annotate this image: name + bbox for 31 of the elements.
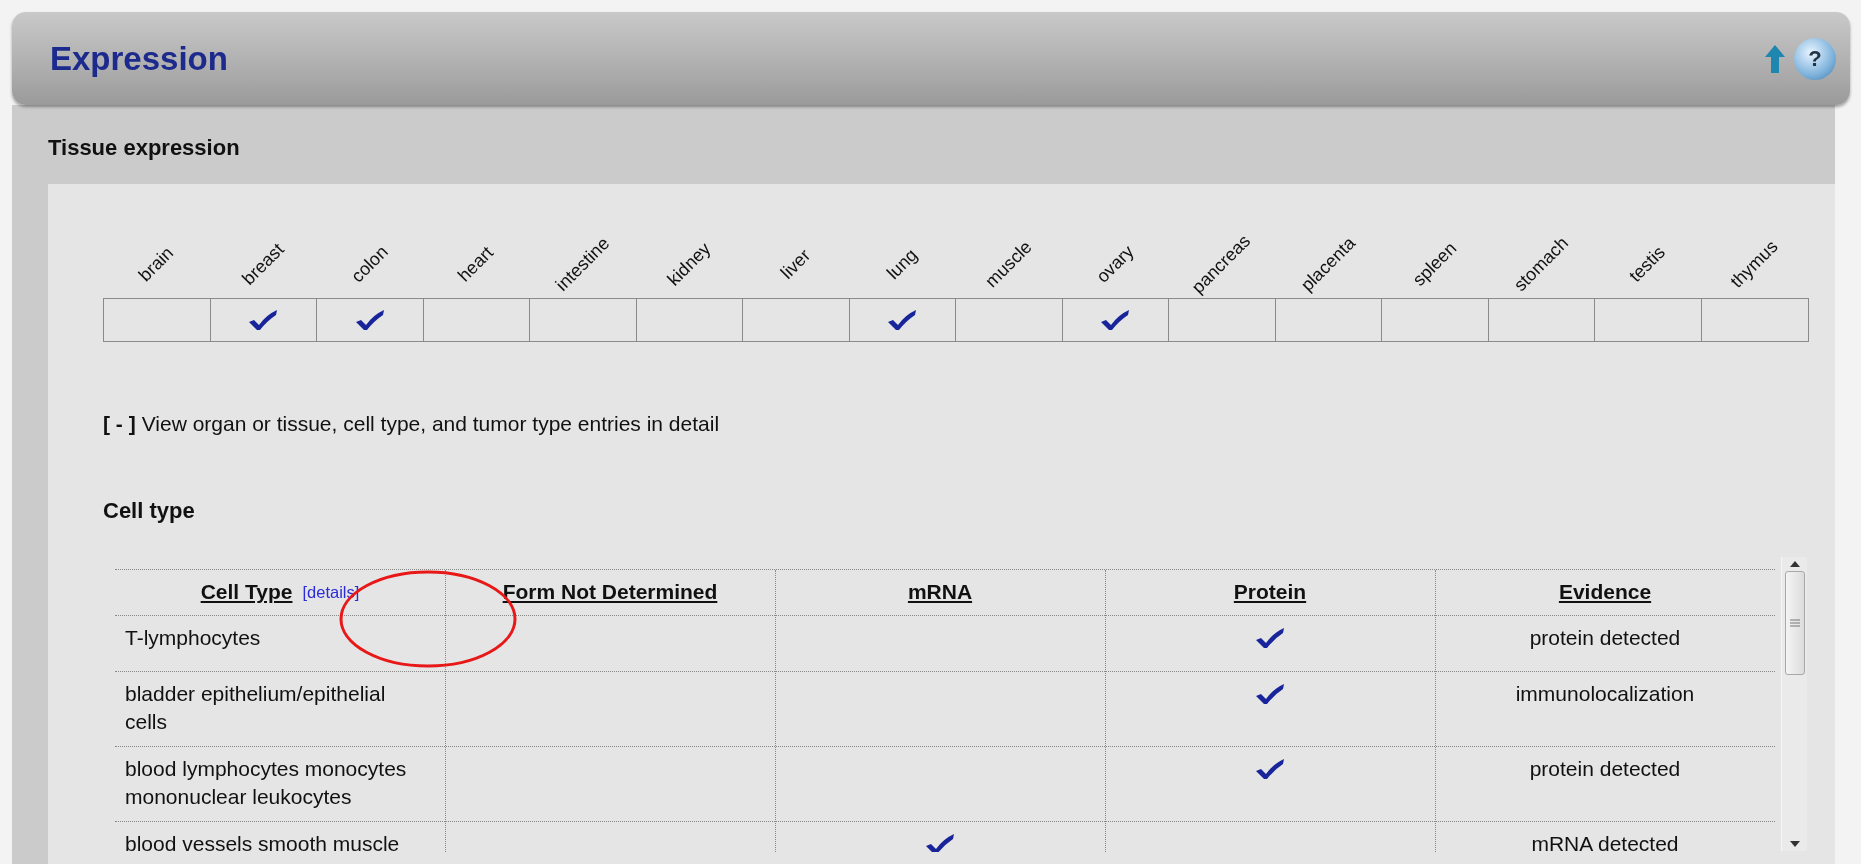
column-header[interactable]: Form Not Determined	[502, 576, 718, 608]
table-cell-text: protein detected	[1528, 755, 1682, 782]
table-row[interactable]: blood vessels smooth muscle mRNA detected	[115, 821, 1775, 852]
cell-type-title: Cell type	[103, 496, 196, 525]
scroll-up-icon[interactable]	[1789, 560, 1800, 567]
scroll-thumb[interactable]	[1784, 570, 1805, 675]
tissue-label: liver	[776, 245, 814, 283]
column-header[interactable]: Evidence	[1558, 576, 1652, 608]
collapse-toggle[interactable]: [ - ]	[103, 408, 136, 440]
scroll-down-icon[interactable]	[1789, 840, 1800, 847]
section-title: Expression	[50, 38, 228, 79]
table-cell-text: protein detected	[1528, 624, 1682, 651]
table-cell-text: mRNA detected	[1530, 830, 1680, 852]
table-row[interactable]: blood lymphocytes monocytes mononuclear leukocytes protein detected	[115, 746, 1775, 822]
table-cell-text: blood lymphocytes monocytes mononuclear leukocytes	[124, 755, 408, 810]
column-header[interactable]: Protein	[1233, 576, 1307, 608]
table-cell-text: blood vessels smooth muscle	[124, 830, 401, 852]
table-cell-text: bladder epithelium/epithelial cells	[124, 680, 387, 735]
table-cell-text: T-lymphocytes	[124, 624, 262, 651]
detail-text: View organ or tissue, cell type, and tumor type entries in detail	[141, 411, 720, 437]
help-button[interactable]: ?	[1794, 37, 1836, 80]
scrollbar[interactable]	[1781, 556, 1807, 851]
column-header[interactable]: Cell Type	[200, 576, 293, 608]
details-link[interactable]: [details]	[302, 579, 360, 605]
section-subtitle: Tissue expression	[48, 134, 241, 162]
column-header[interactable]: mRNA	[907, 576, 973, 608]
table-row[interactable]: bladder epithelium/epithelial cells immunolocalization	[115, 671, 1775, 747]
up-arrow-icon[interactable]	[1764, 43, 1786, 74]
table-cell-text: immunolocalization	[1514, 680, 1696, 707]
table-row[interactable]: T-lymphocytes protein detected	[115, 615, 1775, 672]
tissue-label: lung	[882, 244, 921, 284]
